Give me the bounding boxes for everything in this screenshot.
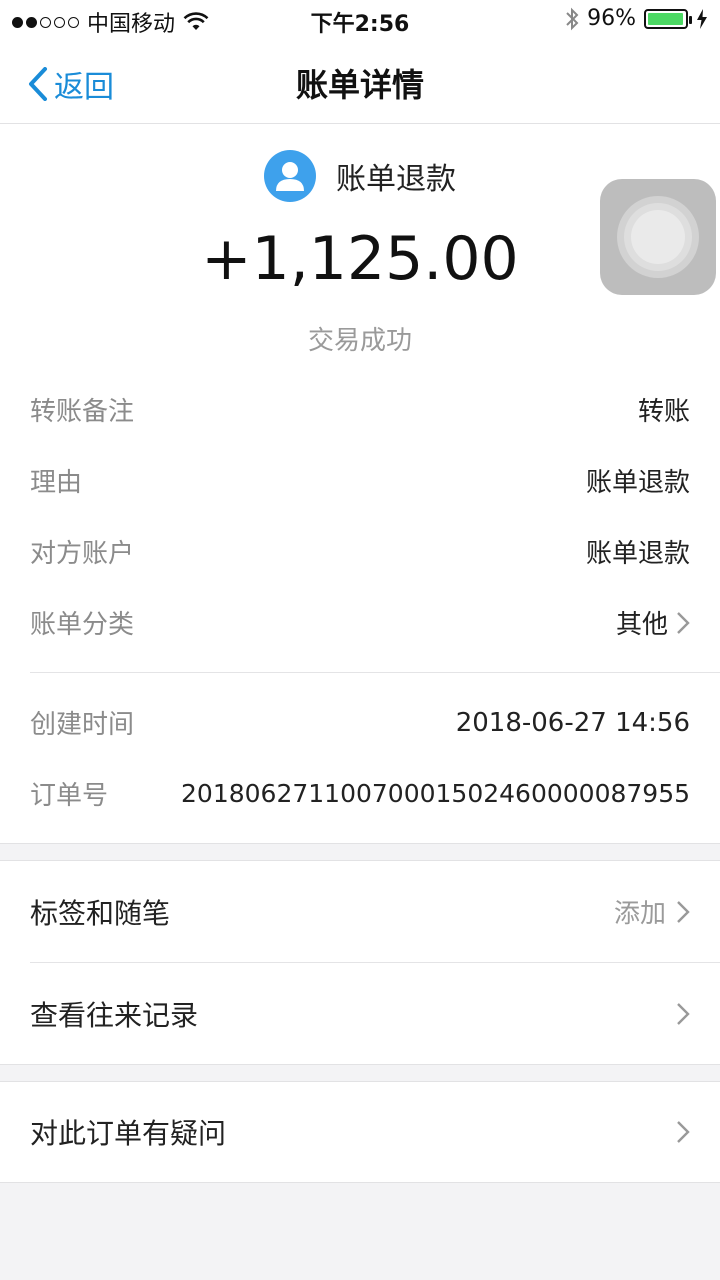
transaction-status: 交易成功 <box>307 326 412 356</box>
chevron-right-icon <box>677 1121 690 1143</box>
status-bar: 中国移动 下午2:56 96% <box>0 0 720 40</box>
detail-row-category[interactable]: 账单分类 其他 <box>30 587 690 658</box>
category-value: 其他 <box>615 610 668 640</box>
section-gap <box>0 1064 720 1082</box>
counterparty-value: 账单退款 <box>585 539 690 569</box>
assistive-touch-button[interactable] <box>600 179 716 295</box>
tags-notes-label: 标签和随笔 <box>30 896 171 930</box>
bill-summary: 账单退款 +1,125.00 交易成功 <box>0 124 720 374</box>
detail-list: 转账备注 转账 理由 账单退款 对方账户 账单退款 账单分类 其他 <box>0 374 720 658</box>
user-avatar-icon <box>264 150 316 202</box>
category-label: 账单分类 <box>30 610 135 640</box>
battery-percent: 96% <box>587 6 636 31</box>
section-gap <box>0 843 720 861</box>
created-time-label: 创建时间 <box>30 710 135 740</box>
history-label: 查看往来记录 <box>30 998 199 1032</box>
order-number-value: 20180627110070001502460000087955 <box>181 779 690 808</box>
status-right: 96% <box>565 6 708 31</box>
meta-row-order: 订单号 20180627110070001502460000087955 <box>30 758 690 829</box>
add-label: 添加 <box>613 899 666 929</box>
chevron-right-icon <box>677 900 690 923</box>
history-row[interactable]: 查看往来记录 <box>0 963 720 1064</box>
meta-row-created: 创建时间 2018-06-27 14:56 <box>30 687 690 758</box>
navigation-bar: 返回 账单详情 <box>0 40 720 124</box>
detail-row-counterparty: 对方账户 账单退款 <box>30 516 690 587</box>
payee-name: 账单退款 <box>336 162 456 197</box>
battery-icon <box>644 8 692 29</box>
order-number-label: 订单号 <box>30 781 109 811</box>
remark-label: 转账备注 <box>30 397 135 427</box>
meta-list: 创建时间 2018-06-27 14:56 订单号 20180627110070… <box>0 673 720 843</box>
created-time-value: 2018-06-27 14:56 <box>455 707 690 738</box>
detail-row-reason: 理由 账单退款 <box>30 445 690 516</box>
order-question-row[interactable]: 对此订单有疑问 <box>0 1082 720 1183</box>
tags-notes-action: 添加 <box>614 893 690 930</box>
charging-icon <box>697 8 707 29</box>
tags-notes-row[interactable]: 标签和随笔 添加 <box>0 861 720 962</box>
bluetooth-icon <box>566 7 579 30</box>
chevron-right-icon <box>677 611 690 634</box>
detail-row-remark: 转账备注 转账 <box>30 374 690 445</box>
reason-value: 账单退款 <box>585 468 690 498</box>
battery-level-fill <box>648 12 683 25</box>
category-value-wrap: 其他 <box>616 604 690 641</box>
reason-label: 理由 <box>30 468 83 498</box>
chevron-right-icon <box>677 1002 690 1025</box>
bill-detail-card: 账单退款 +1,125.00 交易成功 转账备注 转账 理由 账单退款 对方账户… <box>0 124 720 843</box>
page-title: 账单详情 <box>295 66 424 104</box>
remark-value: 转账 <box>637 397 690 427</box>
order-question-label: 对此订单有疑问 <box>30 1117 227 1150</box>
counterparty-label: 对方账户 <box>30 539 135 569</box>
